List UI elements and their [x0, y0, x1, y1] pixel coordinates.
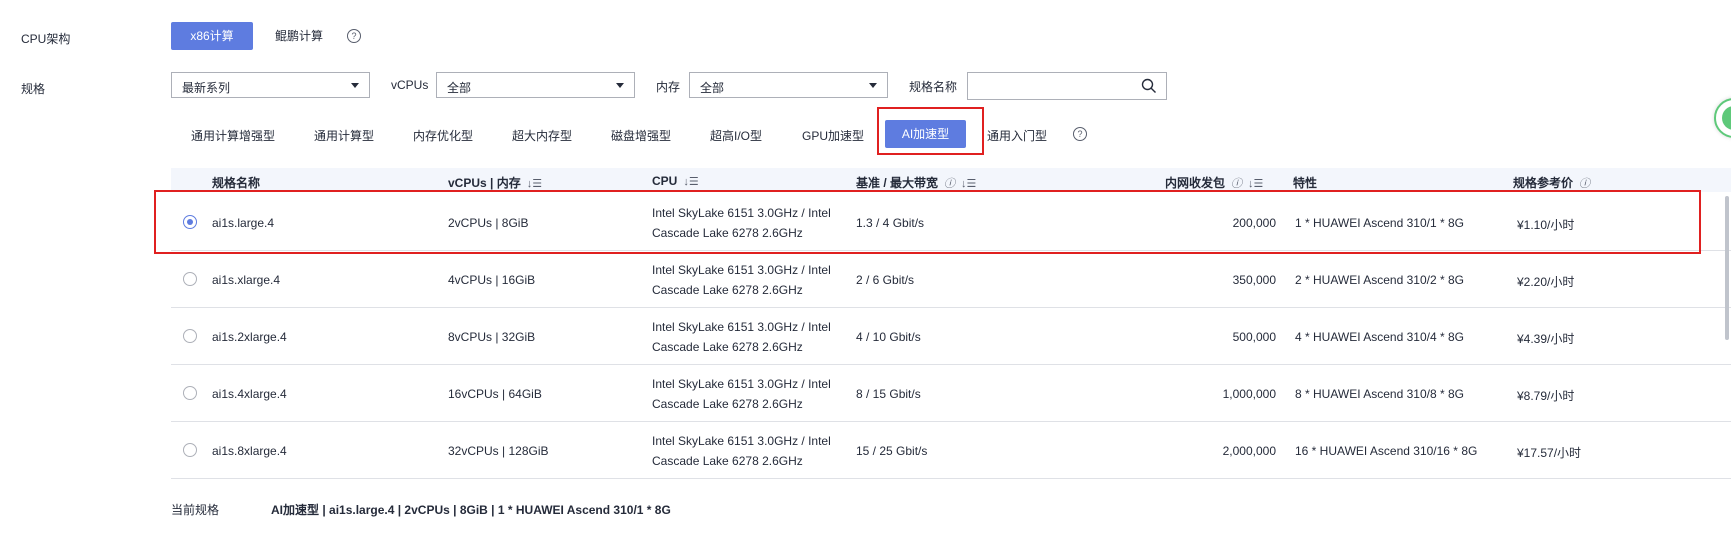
sort-icon[interactable]: ↓☰ — [1248, 177, 1263, 190]
table-row[interactable]: ai1s.4xlarge.4 16vCPUs | 64GiB Intel Sky… — [171, 365, 1731, 422]
header-vcpus-memory-text: vCPUs | 内存 — [448, 176, 521, 190]
table-row[interactable]: ai1s.8xlarge.4 32vCPUs | 128GiB Intel Sk… — [171, 422, 1731, 479]
table-row[interactable]: ai1s.2xlarge.4 8vCPUs | 32GiB Intel SkyL… — [171, 308, 1731, 365]
cell-spec-name: ai1s.xlarge.4 — [212, 273, 281, 287]
cell-cpu-line2: Cascade Lake 6278 2.6GHz — [652, 283, 803, 297]
chevron-down-icon — [351, 83, 359, 88]
vcpus-label: vCPUs — [391, 78, 429, 92]
cell-cpu-line2: Cascade Lake 6278 2.6GHz — [652, 340, 803, 354]
header-price-text: 规格参考价 — [1513, 176, 1574, 190]
header-vcpus-memory[interactable]: vCPUs | 内存 ↓☰ — [448, 174, 542, 191]
vcpus-select[interactable]: 全部 — [436, 72, 635, 98]
memory-select-value: 全部 — [700, 81, 725, 95]
sort-icon[interactable]: ↓☰ — [527, 177, 542, 190]
spec-name-search-input[interactable] — [967, 72, 1167, 100]
kunpeng-compute-button[interactable]: 鲲鹏计算 — [268, 22, 330, 50]
chevron-down-icon — [869, 83, 877, 88]
header-spec-name: 规格名称 — [212, 176, 261, 190]
chevron-down-icon — [616, 83, 624, 88]
spec-label: 规格 — [21, 82, 46, 96]
tab-disk-enhanced[interactable]: 磁盘增强型 — [611, 127, 671, 144]
cell-vcpu-mem: 8vCPUs | 32GiB — [448, 330, 536, 344]
help-icon[interactable]: ⓘ — [944, 175, 955, 191]
cell-cpu-line1: Intel SkyLake 6151 3.0GHz / Intel — [652, 320, 831, 334]
cell-pps: 1,000,000 — [1222, 387, 1276, 401]
tab-high-io[interactable]: 超高I/O型 — [710, 127, 762, 144]
cell-pps: 500,000 — [1232, 330, 1276, 344]
series-select-value: 最新系列 — [182, 81, 231, 95]
table-scrollbar[interactable] — [1725, 196, 1729, 340]
cell-cpu-line1: Intel SkyLake 6151 3.0GHz / Intel — [652, 377, 831, 391]
header-feature: 特性 — [1293, 176, 1318, 190]
x86-compute-button[interactable]: x86计算 — [171, 22, 253, 50]
sort-icon[interactable]: ↓☰ — [683, 175, 698, 188]
cell-feature: 2 * HUAWEI Ascend 310/2 * 8G — [1295, 273, 1464, 287]
cell-cpu-line1: Intel SkyLake 6151 3.0GHz / Intel — [652, 263, 831, 277]
current-spec-label: 当前规格 — [171, 503, 220, 517]
cell-feature: 4 * HUAWEI Ascend 310/4 * 8G — [1295, 330, 1464, 344]
series-select[interactable]: 最新系列 — [171, 72, 370, 98]
row-radio[interactable] — [183, 272, 197, 286]
selected-tab-highlight — [877, 107, 984, 155]
help-icon[interactable]: ? — [1073, 127, 1087, 141]
tab-general-enhanced[interactable]: 通用计算增强型 — [191, 127, 275, 144]
cell-pps: 350,000 — [1232, 273, 1276, 287]
tab-gpu[interactable]: GPU加速型 — [802, 127, 864, 144]
cell-feature: 8 * HUAWEI Ascend 310/8 * 8G — [1295, 387, 1464, 401]
tab-memory-optimized[interactable]: 内存优化型 — [413, 127, 473, 144]
cell-pps: 2,000,000 — [1222, 444, 1276, 458]
sort-icon[interactable]: ↓☰ — [961, 177, 976, 190]
search-icon[interactable] — [1141, 78, 1157, 94]
help-icon[interactable]: ⓘ — [1231, 175, 1242, 191]
header-bandwidth-text: 基准 / 最大带宽 — [856, 176, 939, 190]
row-radio[interactable] — [183, 329, 197, 343]
header-cpu-text: CPU — [652, 174, 678, 188]
cell-feature: 16 * HUAWEI Ascend 310/16 * 8G — [1295, 444, 1478, 458]
table-row[interactable]: ai1s.xlarge.4 4vCPUs | 16GiB Intel SkyLa… — [171, 251, 1731, 308]
cell-bandwidth: 4 / 10 Gbit/s — [856, 330, 921, 344]
cell-cpu-line1: Intel SkyLake 6151 3.0GHz / Intel — [652, 434, 831, 448]
cell-spec-name: ai1s.4xlarge.4 — [212, 387, 287, 401]
cell-vcpu-mem: 32vCPUs | 128GiB — [448, 444, 549, 458]
header-cpu[interactable]: CPU ↓☰ — [652, 174, 699, 188]
spec-name-label: 规格名称 — [909, 80, 958, 94]
row-radio[interactable] — [183, 443, 197, 457]
help-icon[interactable]: ⓘ — [1579, 175, 1590, 191]
floating-assistant-icon-inner — [1722, 106, 1731, 130]
vcpus-select-value: 全部 — [447, 81, 472, 95]
cell-price: ¥17.57/小时 — [1517, 446, 1582, 460]
header-pps-text: 内网收发包 — [1165, 176, 1226, 190]
cell-price: ¥4.39/小时 — [1517, 332, 1575, 346]
cell-price: ¥2.20/小时 — [1517, 275, 1575, 289]
selected-row-highlight — [154, 190, 1701, 254]
header-bandwidth[interactable]: 基准 / 最大带宽 ⓘ ↓☰ — [856, 174, 976, 191]
row-radio[interactable] — [183, 386, 197, 400]
current-spec-value: AI加速型 | ai1s.large.4 | 2vCPUs | 8GiB | 1… — [271, 503, 671, 517]
header-pps[interactable]: 内网收发包 ⓘ ↓☰ — [1165, 174, 1263, 191]
cell-vcpu-mem: 4vCPUs | 16GiB — [448, 273, 536, 287]
tab-entry[interactable]: 通用入门型 — [987, 127, 1047, 144]
memory-label: 内存 — [656, 80, 681, 94]
tab-general[interactable]: 通用计算型 — [314, 127, 374, 144]
cell-bandwidth: 15 / 25 Gbit/s — [856, 444, 928, 458]
help-icon[interactable]: ? — [347, 29, 361, 43]
cell-cpu-line2: Cascade Lake 6278 2.6GHz — [652, 397, 803, 411]
cell-bandwidth: 8 / 15 Gbit/s — [856, 387, 921, 401]
cell-vcpu-mem: 16vCPUs | 64GiB — [448, 387, 542, 401]
floating-assistant-icon[interactable] — [1714, 98, 1731, 138]
table-header: 规格名称 vCPUs | 内存 ↓☰ CPU ↓☰ 基准 / 最大带宽 ⓘ ↓☰ 内网收… — [171, 168, 1731, 192]
header-price: 规格参考价 ⓘ — [1513, 174, 1590, 191]
tab-large-memory[interactable]: 超大内存型 — [512, 127, 572, 144]
cell-spec-name: ai1s.8xlarge.4 — [212, 444, 287, 458]
cell-price: ¥8.79/小时 — [1517, 389, 1575, 403]
memory-select[interactable]: 全部 — [689, 72, 888, 98]
cpu-arch-label: CPU架构 — [21, 32, 71, 46]
cell-spec-name: ai1s.2xlarge.4 — [212, 330, 287, 344]
cell-bandwidth: 2 / 6 Gbit/s — [856, 273, 915, 287]
cell-cpu-line2: Cascade Lake 6278 2.6GHz — [652, 454, 803, 468]
